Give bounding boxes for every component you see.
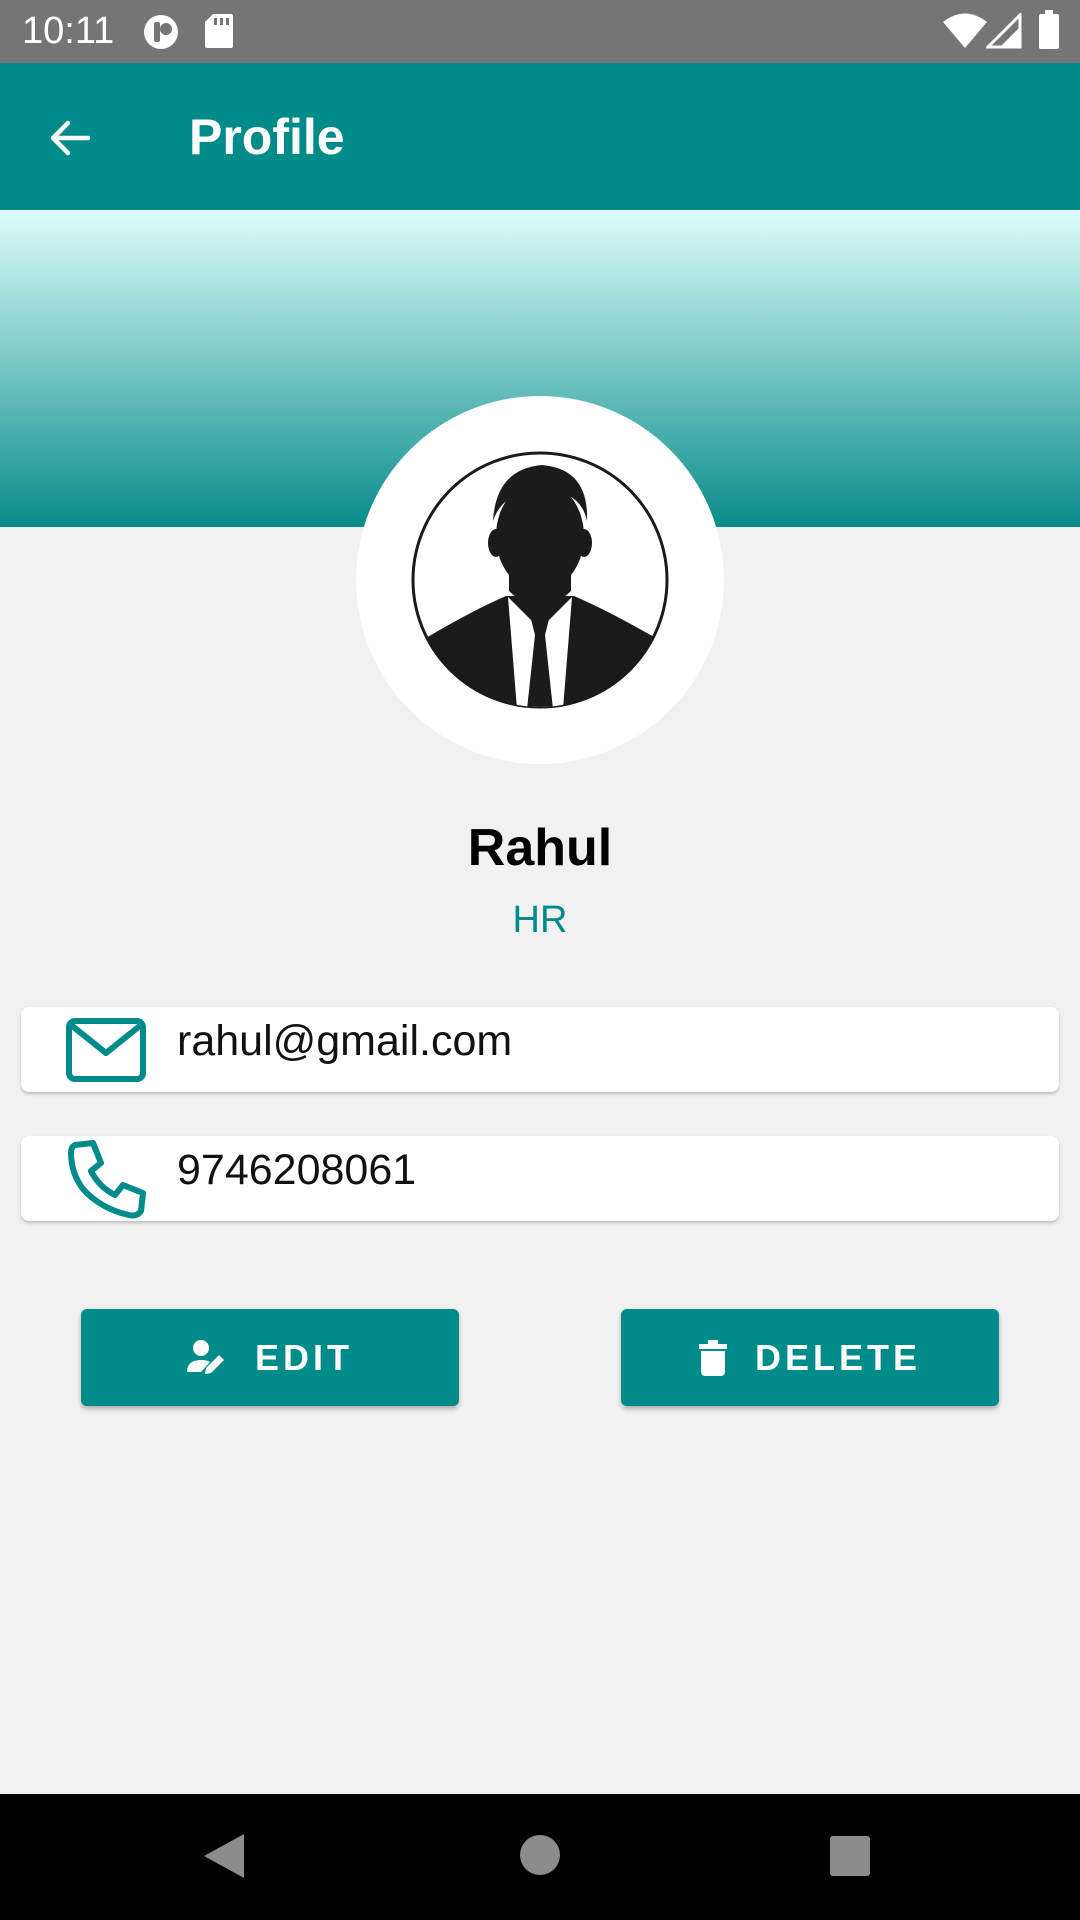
status-time: 10:11 bbox=[22, 10, 115, 52]
edit-button-label: EDIT bbox=[254, 1336, 353, 1378]
arrow-back-icon bbox=[50, 120, 91, 156]
recents-square-icon[interactable] bbox=[829, 1835, 871, 1877]
phone-icon bbox=[68, 1140, 146, 1219]
app-notification-icon bbox=[144, 15, 178, 49]
profile-name: Rahul bbox=[467, 819, 613, 877]
system-nav-bar bbox=[0, 1794, 1080, 1920]
wifi-icon bbox=[943, 13, 987, 48]
back-triangle-icon[interactable] bbox=[202, 1832, 246, 1880]
user-silhouette-icon bbox=[411, 451, 669, 709]
phone-value: 9746208061 bbox=[177, 1146, 417, 1194]
mail-icon bbox=[66, 1018, 146, 1082]
page-title: Profile bbox=[189, 109, 345, 165]
home-circle-icon[interactable] bbox=[519, 1834, 561, 1876]
profile-role: HR bbox=[512, 899, 568, 941]
back-button[interactable] bbox=[30, 103, 110, 173]
app-bar: Profile bbox=[0, 63, 1080, 210]
delete-button[interactable]: DELETE bbox=[621, 1309, 999, 1406]
cell-signal-icon bbox=[986, 13, 1022, 49]
edit-person-icon bbox=[186, 1339, 224, 1374]
status-bar: 10:11 bbox=[0, 0, 1080, 63]
trash-icon bbox=[698, 1339, 727, 1376]
delete-button-label: DELETE bbox=[754, 1336, 921, 1378]
email-card: rahul@gmail.com bbox=[21, 1007, 1059, 1092]
battery-icon bbox=[1039, 10, 1059, 49]
edit-button[interactable]: EDIT bbox=[81, 1309, 459, 1406]
email-value: rahul@gmail.com bbox=[177, 1017, 513, 1065]
phone-card: 9746208061 bbox=[21, 1136, 1059, 1221]
sd-card-icon bbox=[205, 14, 233, 48]
